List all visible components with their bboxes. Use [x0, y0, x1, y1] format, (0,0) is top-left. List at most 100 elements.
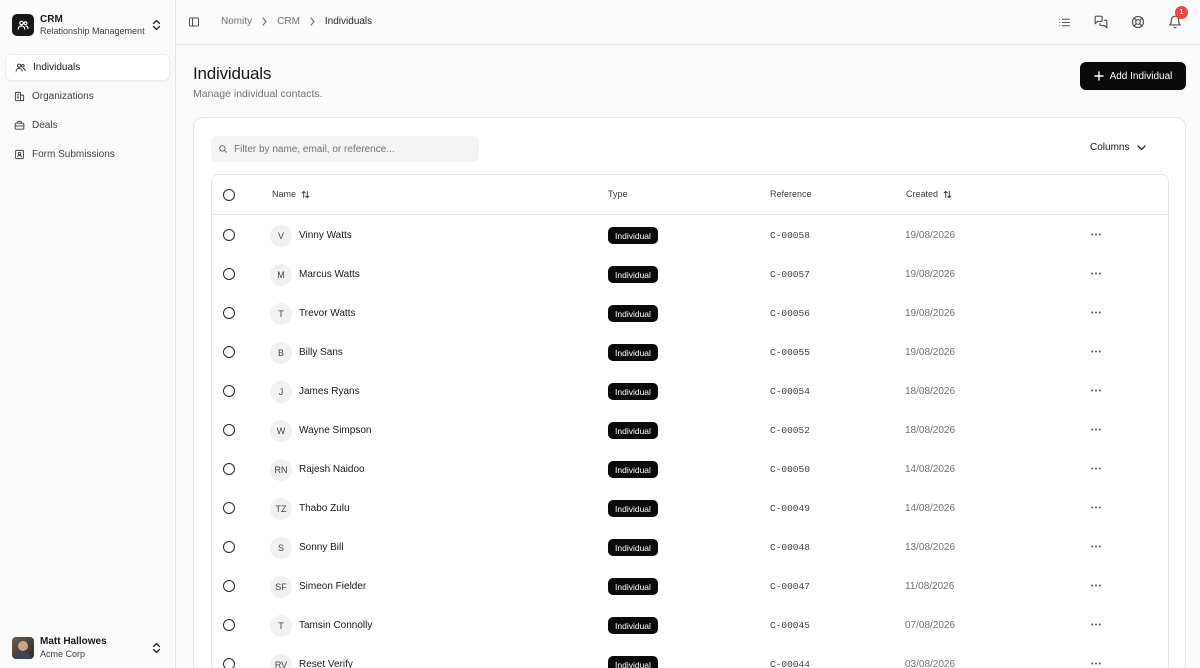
row-checkbox[interactable]	[223, 385, 235, 397]
row-checkbox[interactable]	[223, 502, 235, 514]
row-checkbox[interactable]	[223, 658, 235, 668]
individuals-table: Name Type Reference Created V Vinny Watts…	[211, 174, 1169, 668]
type-badge: Individual	[608, 227, 658, 244]
page-title: Individuals	[193, 64, 272, 83]
list-icon[interactable]	[1056, 14, 1072, 30]
sidebar-item-form-submissions[interactable]: Form Submissions	[5, 141, 170, 168]
filter-field[interactable]	[211, 136, 479, 162]
row-checkbox[interactable]	[223, 463, 235, 475]
row-checkbox[interactable]	[223, 346, 235, 358]
notification-count-badge: 1	[1175, 6, 1188, 19]
sidebar-nav: Individuals Organizations Deals Form Sub…	[5, 54, 170, 170]
table-row[interactable]: SF Simeon Fielder Individual C-00047 11/08/2…	[212, 567, 1168, 606]
more-horizontal-icon[interactable]	[1089, 307, 1103, 317]
more-horizontal-icon[interactable]	[1089, 229, 1103, 239]
created-date: 07/08/2026	[905, 620, 956, 631]
table-row[interactable]: RN Rajesh Naidoo Individual C-00050 14/08/20…	[212, 450, 1168, 489]
more-horizontal-icon[interactable]	[1089, 346, 1103, 356]
row-checkbox[interactable]	[223, 619, 235, 631]
type-badge: Individual	[608, 422, 658, 439]
reference-value: C-00054	[770, 386, 810, 397]
sidebar-item-deals[interactable]: Deals	[5, 112, 170, 139]
crm-logo-icon	[12, 14, 34, 36]
contact-name[interactable]: James Ryans	[299, 386, 360, 397]
sidebar-item-individuals[interactable]: Individuals	[5, 54, 170, 81]
table-row[interactable]: W Wayne Simpson Individual C-00052 18/08/202…	[212, 411, 1168, 450]
sidebar-item-label: Form Submissions	[32, 149, 115, 160]
reference-value: C-00056	[770, 308, 810, 319]
select-all-checkbox[interactable]	[223, 189, 235, 201]
chevrons-up-down-icon	[150, 641, 162, 655]
page-subtitle: Manage individual contacts.	[193, 88, 323, 100]
search-icon	[218, 142, 228, 157]
contact-name[interactable]: Simeon Fielder	[299, 581, 366, 592]
more-horizontal-icon[interactable]	[1089, 463, 1103, 473]
contact-name[interactable]: Reset Verify	[299, 659, 353, 668]
sidebar-item-organizations[interactable]: Organizations	[5, 83, 170, 110]
table-row[interactable]: S Sonny Bill Individual C-00048 13/08/2026	[212, 528, 1168, 567]
topbar: Nomity CRM Individuals 1	[177, 0, 1200, 45]
plus-icon	[1093, 71, 1104, 81]
sidebar-item-label: Individuals	[33, 62, 81, 73]
column-header-label: Reference	[770, 189, 812, 199]
contact-name[interactable]: Tamsin Connolly	[299, 620, 372, 631]
table-row[interactable]: M Marcus Watts Individual C-00057 19/08/2026	[212, 255, 1168, 294]
more-horizontal-icon[interactable]	[1089, 619, 1103, 629]
more-horizontal-icon[interactable]	[1089, 580, 1103, 590]
contact-name[interactable]: Billy Sans	[299, 347, 343, 358]
more-horizontal-icon[interactable]	[1089, 385, 1103, 395]
more-horizontal-icon[interactable]	[1089, 424, 1103, 434]
column-header-created[interactable]: Created	[906, 189, 952, 199]
add-individual-button[interactable]: Add Individual	[1080, 62, 1186, 90]
table-row[interactable]: T Trevor Watts Individual C-00056 19/08/2026	[212, 294, 1168, 333]
user-menu[interactable]: Matt Hallowes Acme Corp	[12, 635, 164, 660]
reference-value: C-00057	[770, 269, 810, 280]
building-icon	[13, 91, 25, 103]
app-switcher[interactable]: CRM Relationship Management	[12, 12, 164, 38]
more-horizontal-icon[interactable]	[1089, 541, 1103, 551]
type-badge: Individual	[608, 344, 658, 361]
contact-name[interactable]: Trevor Watts	[299, 308, 355, 319]
more-horizontal-icon[interactable]	[1089, 268, 1103, 278]
table-row[interactable]: B Billy Sans Individual C-00055 19/08/2026	[212, 333, 1168, 372]
bell-icon[interactable]: 1	[1167, 6, 1188, 30]
messages-icon[interactable]	[1093, 14, 1109, 30]
user-org: Acme Corp	[40, 648, 86, 659]
row-checkbox[interactable]	[223, 307, 235, 319]
table-row[interactable]: T Tamsin Connolly Individual C-00045 07/08/2…	[212, 606, 1168, 645]
row-checkbox[interactable]	[223, 229, 235, 241]
row-checkbox[interactable]	[223, 424, 235, 436]
contact-name[interactable]: Thabo Zulu	[299, 503, 350, 514]
help-lifebuoy-icon[interactable]	[1130, 14, 1146, 30]
contact-name[interactable]: Vinny Watts	[299, 230, 352, 241]
table-row[interactable]: V Vinny Watts Individual C-00058 19/08/2026	[212, 216, 1168, 255]
sidebar: CRM Relationship Management Individuals …	[0, 0, 176, 668]
breadcrumb-item-nomity[interactable]: Nomity	[221, 16, 252, 27]
columns-button[interactable]: Columns	[1090, 142, 1147, 153]
avatar: V	[270, 225, 292, 247]
contact-name[interactable]: Sonny Bill	[299, 542, 343, 553]
table-row[interactable]: RV Reset Verify Individual C-00044 03/08/202…	[212, 645, 1168, 668]
row-checkbox[interactable]	[223, 541, 235, 553]
more-horizontal-icon[interactable]	[1089, 502, 1103, 512]
contact-name[interactable]: Rajesh Naidoo	[299, 464, 365, 475]
contact-name[interactable]: Wayne Simpson	[299, 425, 371, 436]
table-row[interactable]: J James Ryans Individual C-00054 18/08/2026	[212, 372, 1168, 411]
sidebar-item-label: Organizations	[32, 91, 94, 102]
breadcrumb-item-crm[interactable]: CRM	[277, 16, 300, 27]
avatar: RV	[270, 654, 292, 668]
created-date: 14/08/2026	[905, 464, 956, 475]
sidebar-toggle-icon[interactable]	[188, 16, 201, 29]
created-date: 19/08/2026	[905, 308, 956, 319]
column-header-name[interactable]: Name	[272, 189, 310, 199]
type-badge: Individual	[608, 539, 658, 556]
table-row[interactable]: TZ Thabo Zulu Individual C-00049 14/08/2026	[212, 489, 1168, 528]
individuals-card: Columns Name Type Reference Created	[193, 117, 1186, 668]
more-horizontal-icon[interactable]	[1089, 658, 1103, 668]
row-checkbox[interactable]	[223, 268, 235, 280]
filter-input[interactable]	[234, 143, 474, 155]
app-title: CRM	[40, 13, 63, 25]
contact-name[interactable]: Marcus Watts	[299, 269, 360, 280]
row-checkbox[interactable]	[223, 580, 235, 592]
column-header-type: Type	[608, 189, 628, 199]
